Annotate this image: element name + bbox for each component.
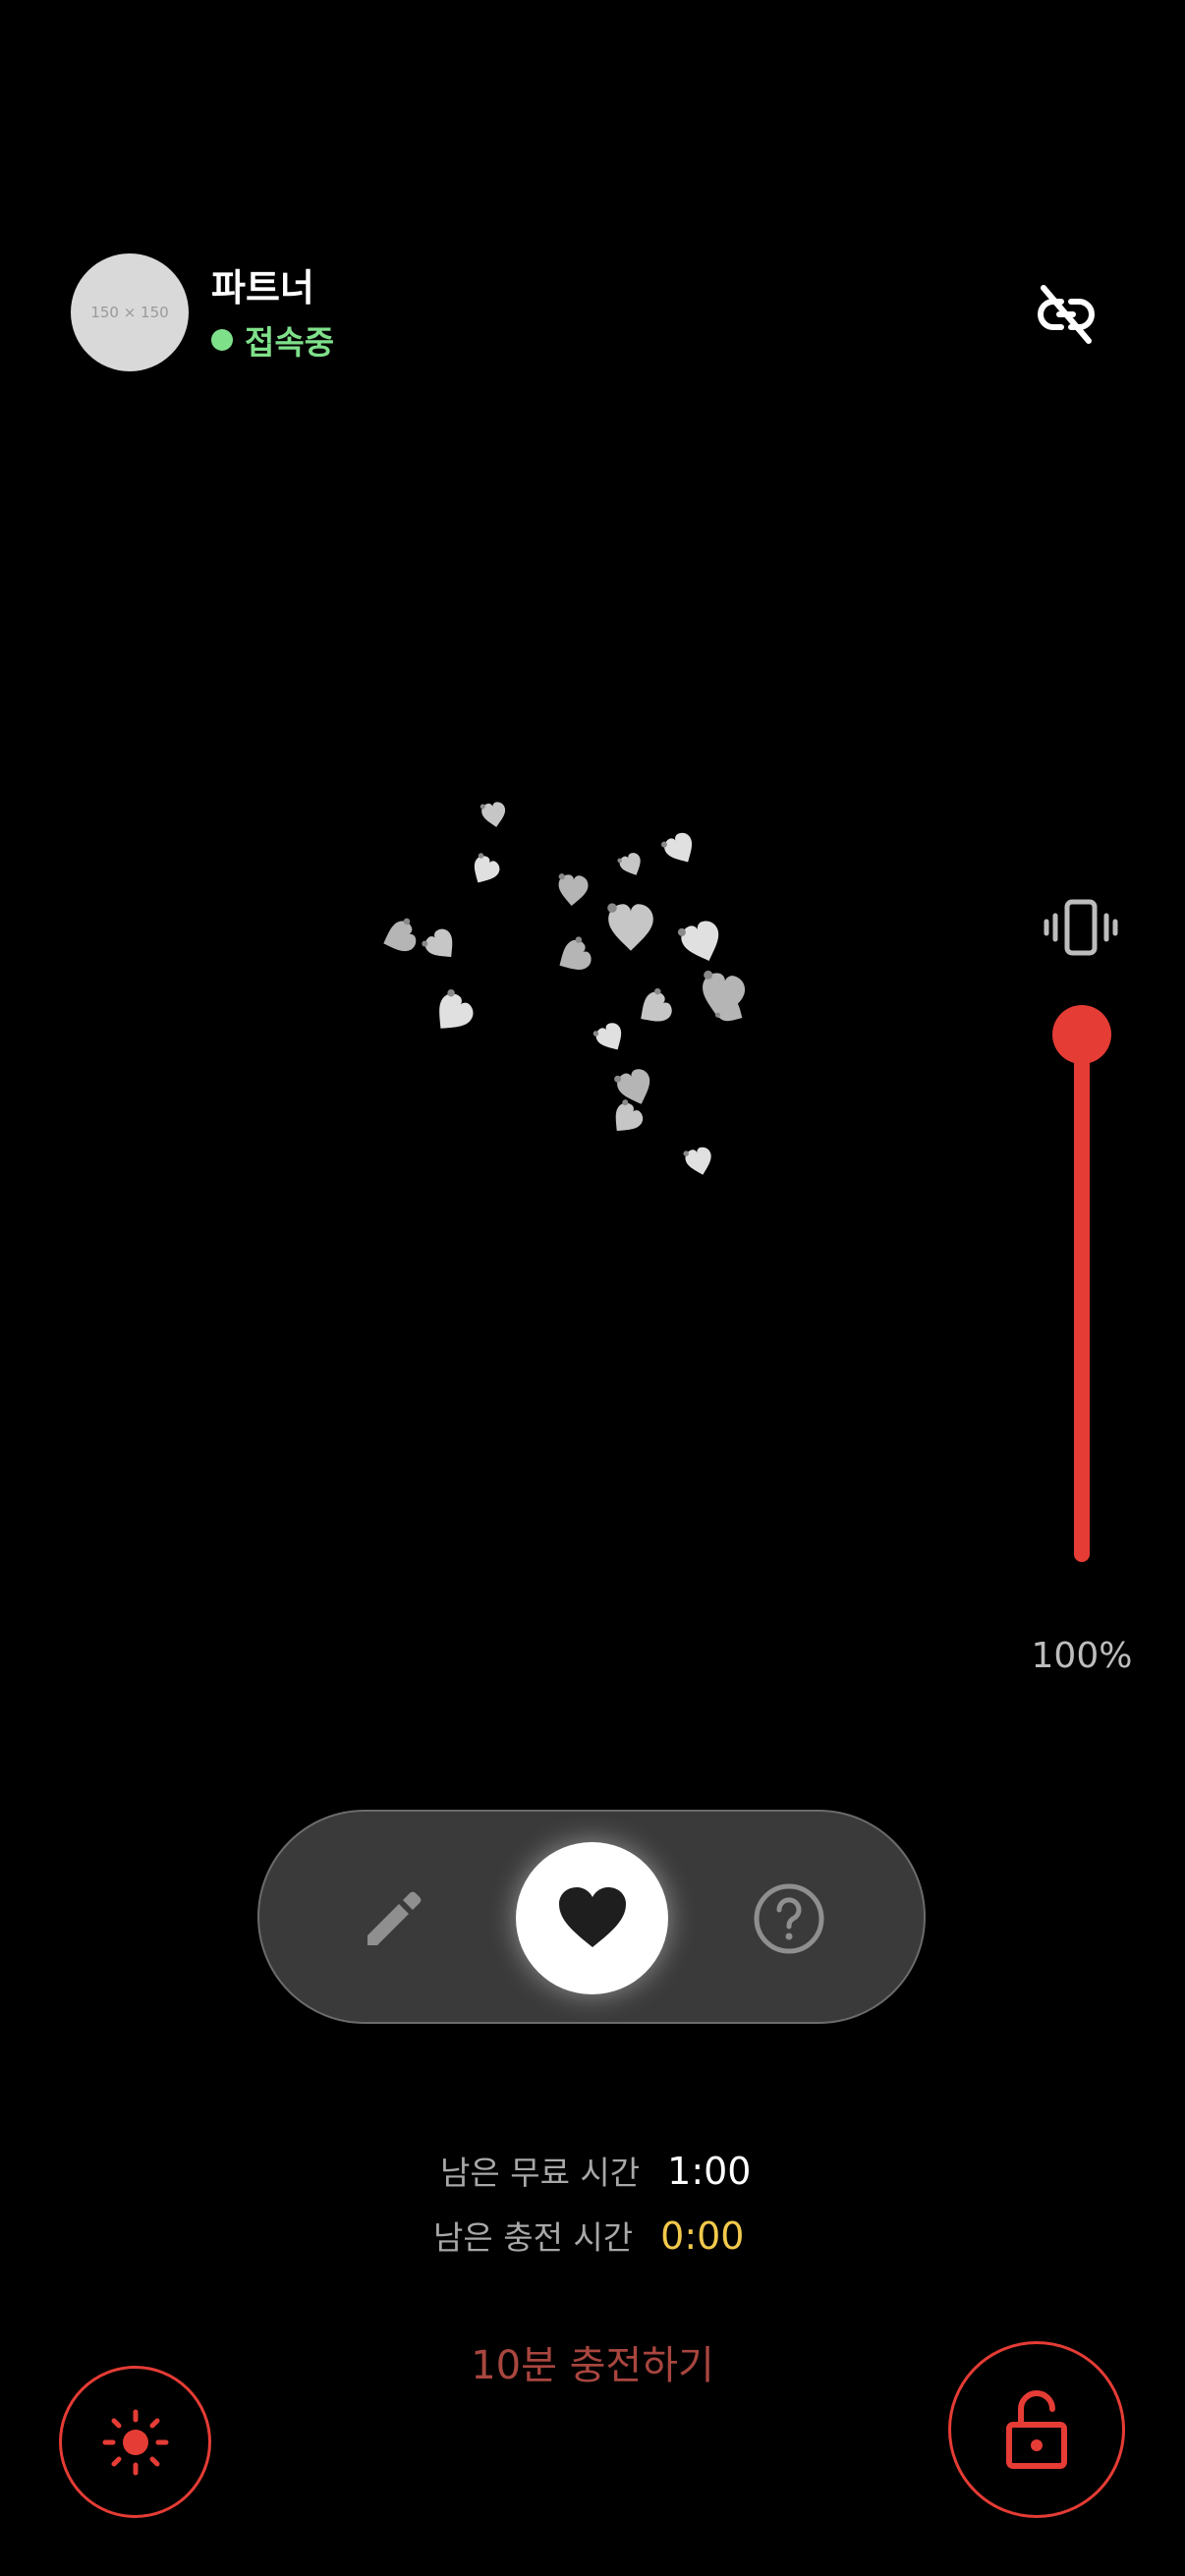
floating-heart [383,918,417,952]
vibrate-button[interactable] [1042,894,1120,963]
floating-heart [439,988,474,1029]
sun-icon [102,2409,168,2475]
avatar-placeholder-text: 150 × 150 [90,304,169,321]
charge-time-label: 남은 충전 시간 [433,2218,634,2257]
charge-time-value: 0:00 [660,2214,745,2258]
floating-heart [683,1147,711,1175]
intensity-slider-thumb[interactable] [1052,1005,1111,1064]
avatar[interactable]: 150 × 150 [71,253,189,371]
vibrate-icon [1044,899,1118,956]
floating-heart [422,928,453,958]
brightness-button[interactable] [59,2366,211,2518]
status-dot-icon [211,329,233,351]
heart-icon [558,1886,626,1947]
floating-heart [677,921,719,962]
partner-name: 파트너 [211,266,314,309]
floating-heart [558,873,589,906]
floating-heart [617,853,641,875]
floating-heart [661,832,693,863]
floating-heart [607,903,653,951]
unlink-button[interactable] [1032,280,1100,349]
help-icon [754,1883,824,1954]
lock-button[interactable] [948,2341,1125,2518]
unlock-icon [1006,2390,1067,2469]
draw-mode-button[interactable] [354,1878,432,1957]
charge-time-row: 남은 충전 시간 0:00 [433,2212,744,2259]
connection-status: 접속중 [211,316,334,364]
unlink-icon [1038,285,1095,344]
floating-heart [474,853,500,883]
intensity-percent: 100% [1031,1636,1133,1676]
heart-mode-button[interactable] [516,1842,668,1994]
floating-heart [592,1023,622,1050]
floating-heart [641,987,672,1022]
status-text: 접속중 [245,323,335,362]
floating-heart [615,1099,644,1132]
pencil-icon [367,1891,422,1945]
free-time-value: 1:00 [667,2150,752,2193]
help-button[interactable] [752,1881,826,1956]
floating-hearts [383,802,746,1175]
free-time-label: 남은 무료 시간 [440,2154,641,2192]
floating-heart [614,1069,650,1104]
floating-heart [480,802,506,827]
free-time-row: 남은 무료 시간 1:00 [440,2147,751,2194]
floating-heart [559,936,592,970]
intensity-slider-track[interactable] [1074,1034,1090,1562]
